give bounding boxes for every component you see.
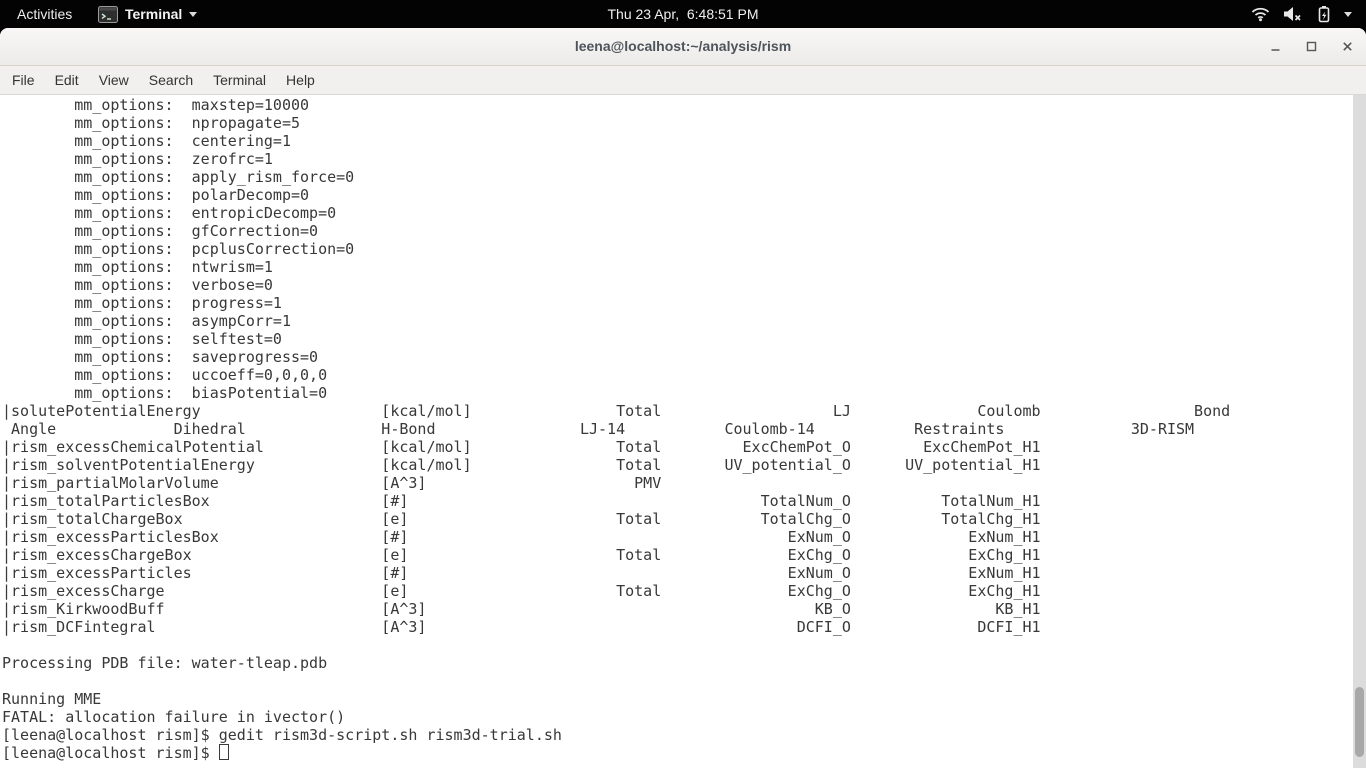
menu-item-search[interactable]: Search	[139, 66, 203, 94]
window-title: leena@localhost:~/analysis/rism	[574, 38, 792, 54]
terminal-cursor	[218, 744, 229, 760]
terminal-scrollbar[interactable]	[1353, 95, 1366, 768]
titlebar[interactable]: leena@localhost:~/analysis/rism	[0, 28, 1366, 66]
wifi-icon	[1251, 7, 1270, 22]
status-area[interactable]	[1245, 0, 1358, 28]
menu-item-help[interactable]: Help	[276, 66, 325, 94]
screen: Activities Terminal Thu 23 Apr, 6:48:51 …	[0, 0, 1366, 768]
terminal-screen[interactable]: mm_options: maxstep=10000 mm_options: np…	[0, 95, 1366, 768]
maximize-button[interactable]	[1304, 40, 1318, 54]
chevron-down-icon	[189, 11, 198, 17]
prompt-line: [leena@localhost rism]$	[0, 744, 1366, 762]
close-button[interactable]	[1340, 40, 1354, 54]
app-menu-terminal[interactable]: Terminal	[92, 0, 203, 28]
menu-bar: File Edit View Search Terminal Help	[0, 66, 1366, 95]
prompt-text: [leena@localhost rism]$	[2, 744, 219, 762]
scrollbar-thumb[interactable]	[1355, 687, 1364, 757]
battery-icon	[1317, 5, 1331, 23]
menu-item-file[interactable]: File	[2, 66, 45, 94]
clock[interactable]: Thu 23 Apr, 6:48:51 PM	[608, 0, 759, 28]
top-bar: Activities Terminal Thu 23 Apr, 6:48:51 …	[0, 0, 1366, 28]
minimize-button[interactable]	[1268, 40, 1282, 54]
window-controls	[1268, 28, 1354, 65]
terminal-output: mm_options: maxstep=10000 mm_options: np…	[2, 96, 1231, 744]
chevron-down-icon	[1344, 11, 1352, 17]
menu-item-edit[interactable]: Edit	[45, 66, 89, 94]
menu-item-view[interactable]: View	[89, 66, 139, 94]
terminal-app-icon	[98, 5, 118, 23]
activities-button[interactable]: Activities	[12, 0, 77, 28]
app-menu-label: Terminal	[125, 6, 183, 22]
terminal-window: leena@localhost:~/analysis/rism File Edi…	[0, 28, 1366, 768]
volume-muted-icon	[1283, 6, 1304, 22]
menu-item-terminal[interactable]: Terminal	[203, 66, 276, 94]
